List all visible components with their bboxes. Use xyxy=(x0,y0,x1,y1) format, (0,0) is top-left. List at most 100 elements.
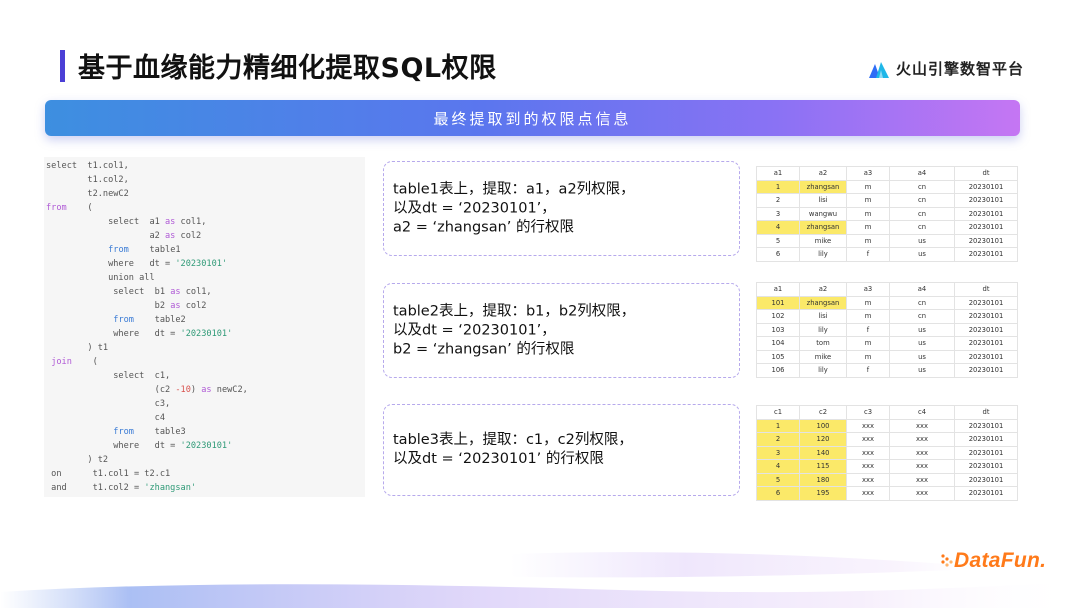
sql-token: 'zhangsan' xyxy=(144,483,197,493)
table-cell: 20230101 xyxy=(954,179,1018,194)
table-cell: cn xyxy=(889,220,955,235)
table-row: 106 lily f us 20230101 xyxy=(756,363,1018,378)
sql-line: select t1.col1, xyxy=(46,159,248,173)
column-header: a2 xyxy=(799,282,847,297)
sql-token: as xyxy=(165,217,176,227)
table-row: 5 180 xxx xxx 20230101 xyxy=(756,472,1018,487)
sql-token: as xyxy=(170,301,181,311)
page-title: 基于血缘能力精细化提取SQL权限 xyxy=(78,53,497,84)
table-row: 103 lily f us 20230101 xyxy=(756,322,1018,337)
table-cell: tom xyxy=(799,336,847,351)
sql-line: where dt = '20230101' xyxy=(46,439,248,453)
sql-line: t2.newC2 xyxy=(46,187,248,201)
volcano-engine-icon xyxy=(869,61,889,78)
table-cell: mike xyxy=(799,349,847,364)
sql-token: from xyxy=(46,203,67,213)
table-row: 102 lisi m cn 20230101 xyxy=(756,309,1018,324)
table3-description: table3表上，提取：c1，c2列权限， 以及dt = ‘20230101’ … xyxy=(393,431,633,469)
table-cell: 20230101 xyxy=(954,322,1018,337)
sql-token: from xyxy=(113,427,134,437)
sql-line: and t1.col2 = 'zhangsan' xyxy=(46,481,248,495)
description-line: table1表上，提取：a1，a2列权限， xyxy=(393,181,635,197)
table-cell: 106 xyxy=(756,363,800,378)
description-line: a2 = ‘zhangsan’ 的行权限 xyxy=(393,219,575,235)
sql-token: ) t1 xyxy=(46,343,109,353)
column-header: a1 xyxy=(756,282,800,297)
column-header: a4 xyxy=(889,166,955,181)
description-line: 以及dt = ‘20230101’， xyxy=(393,322,556,338)
sql-line: select a1 as col1, xyxy=(46,215,248,229)
sql-code: select t1.col1, t1.col2, t2.newC2 from ( … xyxy=(46,159,248,495)
table-cell: 20230101 xyxy=(954,295,1018,310)
sql-token: from xyxy=(113,315,134,325)
column-header: dt xyxy=(954,405,1018,420)
table-cell: 3 xyxy=(756,445,800,460)
sql-token: a2 xyxy=(46,231,165,241)
table-cell: lisi xyxy=(799,309,847,324)
table-cell: f xyxy=(846,322,890,337)
table-cell: 6 xyxy=(756,247,800,262)
sql-token: and t1.col2 = xyxy=(46,483,145,493)
description-line: 以及dt = ‘20230101’ 的行权限 xyxy=(393,451,604,467)
table-cell: cn xyxy=(889,206,955,221)
table-cell: 20230101 xyxy=(954,459,1018,474)
table-cell: 20230101 xyxy=(954,432,1018,447)
sql-line: select b1 as col1, xyxy=(46,285,248,299)
table-cell: xxx xyxy=(889,445,955,460)
sql-line: ) t2 xyxy=(46,453,248,467)
sql-token: select t1.col1, xyxy=(46,161,129,171)
table-cell: m xyxy=(846,233,890,248)
table-cell: us xyxy=(889,336,955,351)
table1-grid: a1 a2 a3 a4 dt 1 zhangsan m cn 20230101 2 lisi m cn 20… xyxy=(756,166,1018,262)
table-cell: 4 xyxy=(756,459,800,474)
table-cell: 2 xyxy=(756,193,800,208)
table-cell: 20230101 xyxy=(954,472,1018,487)
table-cell: lisi xyxy=(799,193,847,208)
table2-description: table2表上，提取：b1，b2列权限， 以及dt = ‘20230101’，… xyxy=(393,302,635,359)
datafun-dots-icon xyxy=(941,554,953,567)
table-cell: 20230101 xyxy=(954,220,1018,235)
column-header: c2 xyxy=(799,405,847,420)
column-header: dt xyxy=(954,166,1018,181)
sql-line: from table1 xyxy=(46,243,248,257)
table-cell: lily xyxy=(799,363,847,378)
table-cell: lily xyxy=(799,247,847,262)
table-cell: zhangsan xyxy=(799,295,847,310)
sql-line: on t1.col1 = t2.c1 xyxy=(46,467,248,481)
table-cell: 20230101 xyxy=(954,247,1018,262)
table-cell: 20230101 xyxy=(954,206,1018,221)
table-cell: m xyxy=(846,295,890,310)
table2-grid: a1 a2 a3 a4 dt 101 zhangsan m cn 20230101 102 lisi m… xyxy=(756,282,1018,378)
sql-line: join ( xyxy=(46,355,248,369)
table-cell: 6 xyxy=(756,486,800,501)
table-cell: us xyxy=(889,247,955,262)
sql-token: t2.newC2 xyxy=(46,189,129,199)
column-header: a3 xyxy=(846,166,890,181)
table-header-row: a1 a2 a3 a4 dt xyxy=(756,282,1018,297)
column-header: c4 xyxy=(889,405,955,420)
table-cell: 102 xyxy=(756,309,800,324)
sql-line: from table2 xyxy=(46,313,248,327)
table-row: 1 zhangsan m cn 20230101 xyxy=(756,179,1018,194)
table-row: 6 lily f us 20230101 xyxy=(756,247,1018,262)
table-cell: 140 xyxy=(799,445,847,460)
table-row: 4 115 xxx xxx 20230101 xyxy=(756,459,1018,474)
table-cell: m xyxy=(846,336,890,351)
sql-line: from table3 xyxy=(46,425,248,439)
brand-logo: 火山引擎数智平台 xyxy=(869,58,1024,79)
sql-token: union all xyxy=(46,273,155,283)
table-cell: 1 xyxy=(756,418,800,433)
datafun-logo: DataFun. xyxy=(940,549,1046,573)
table-cell: 3 xyxy=(756,206,800,221)
table-cell: xxx xyxy=(846,432,890,447)
sql-line: a2 as col2 xyxy=(46,229,248,243)
table-cell: f xyxy=(846,247,890,262)
column-header: a1 xyxy=(756,166,800,181)
sql-token: col2 xyxy=(180,301,207,311)
column-header: c3 xyxy=(846,405,890,420)
description-line: table3表上，提取：c1，c2列权限， xyxy=(393,432,633,448)
table-row: 6 195 xxx xxx 20230101 xyxy=(756,486,1018,501)
table-cell: cn xyxy=(889,295,955,310)
decorative-wave xyxy=(0,552,1080,608)
